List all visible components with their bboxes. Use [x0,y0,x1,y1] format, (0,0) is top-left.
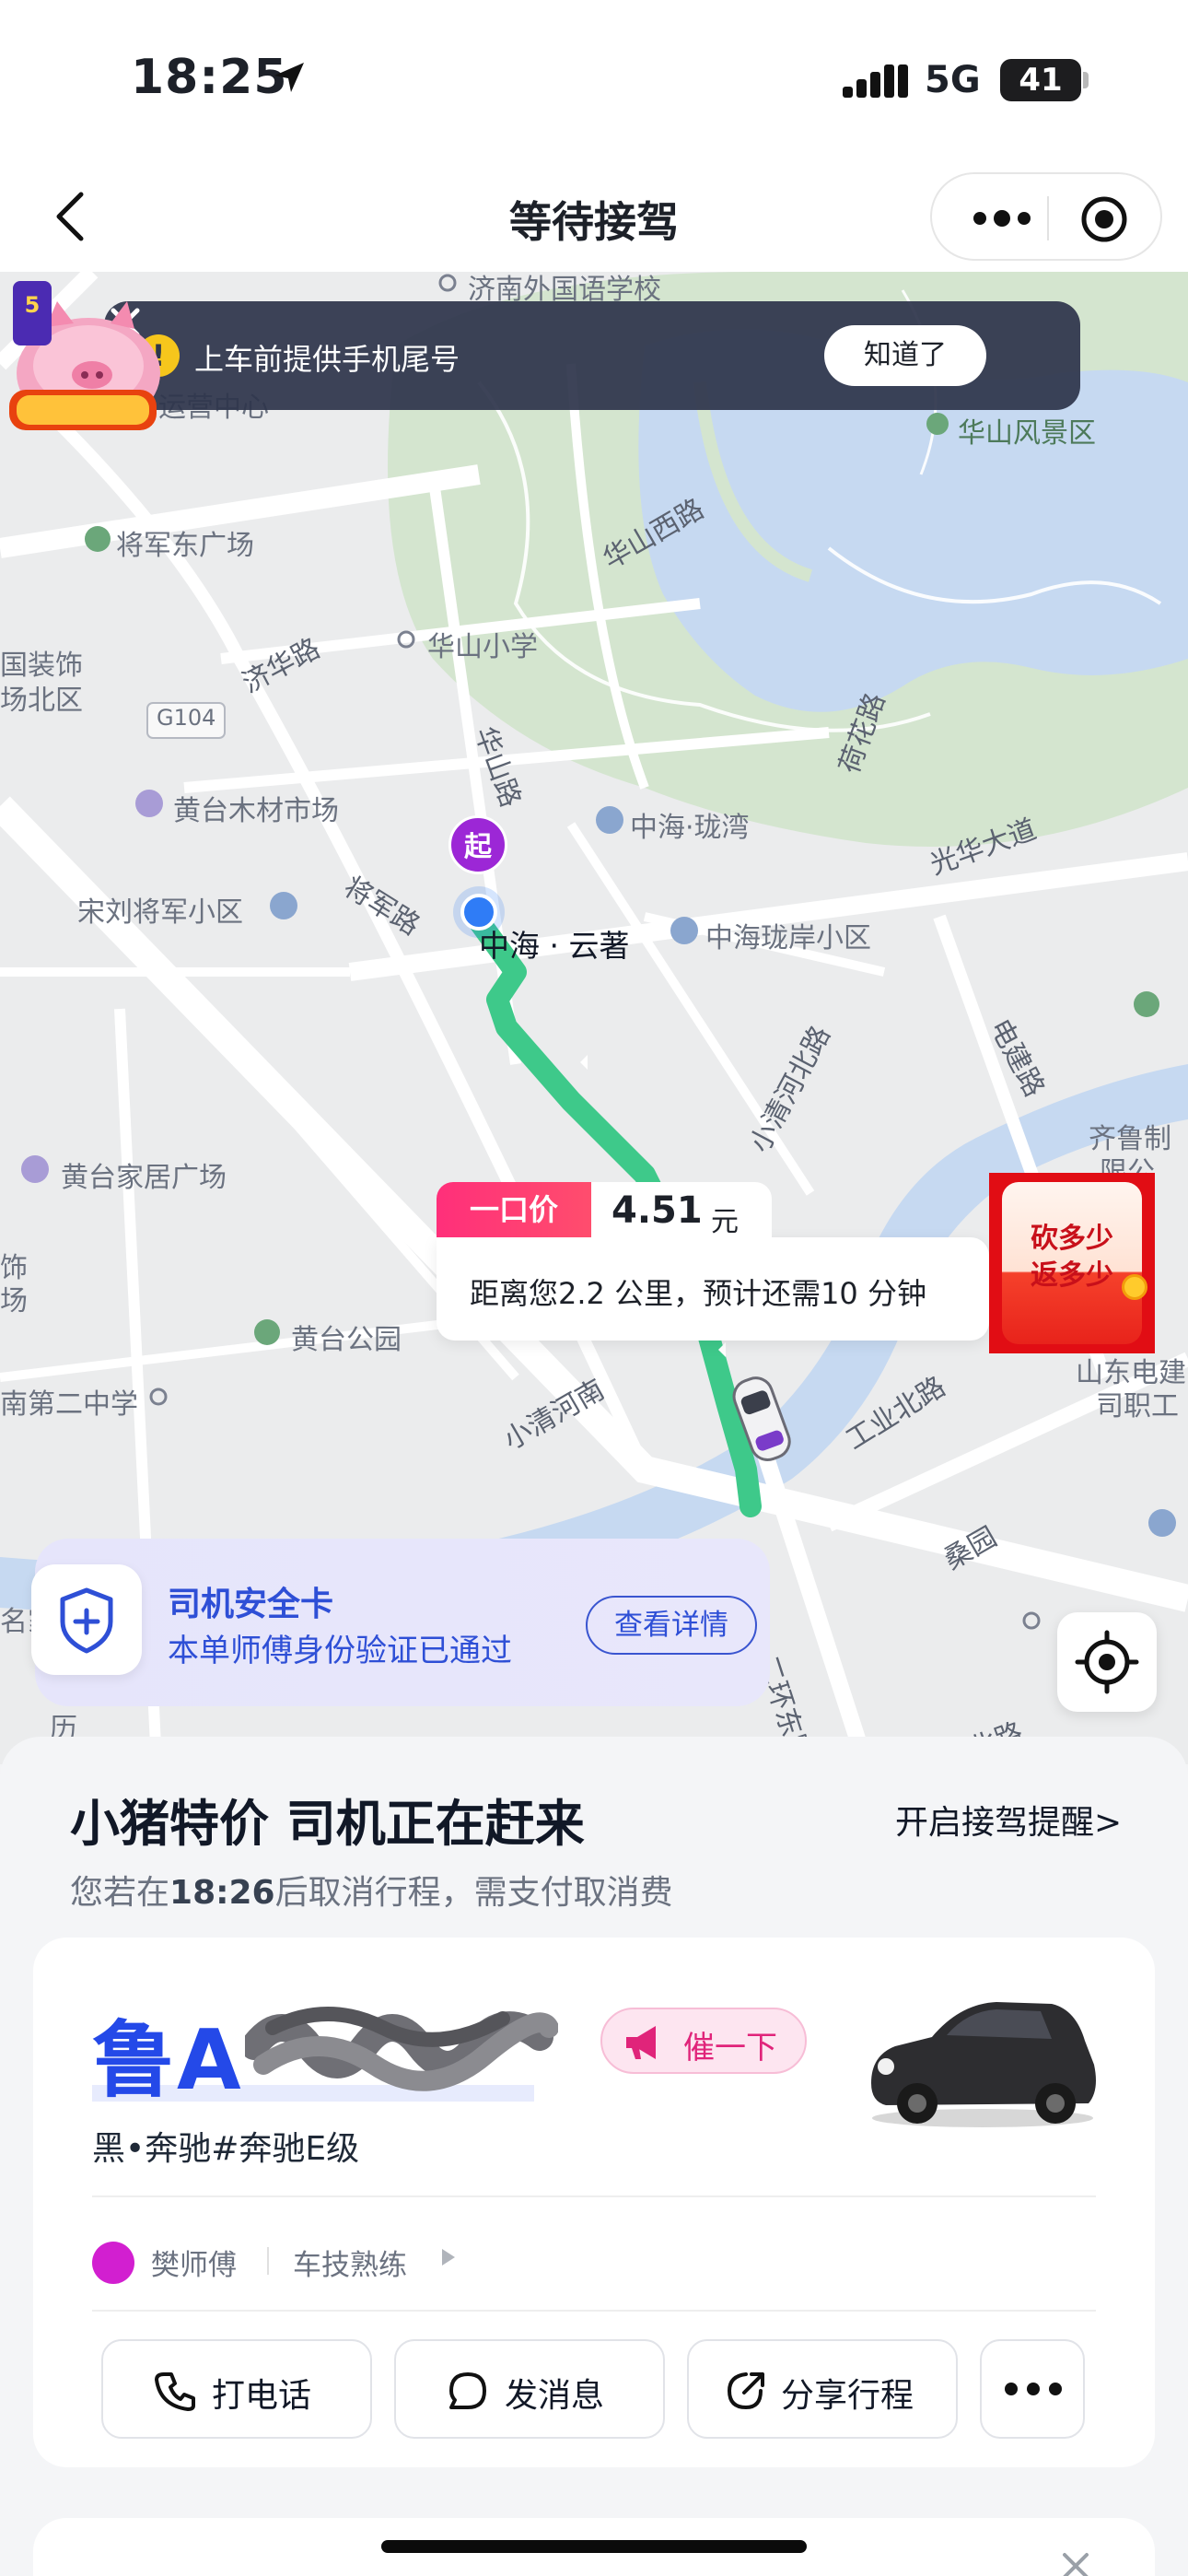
message-driver-button[interactable]: 发消息 [394,2339,665,2439]
driver-avatar [92,2242,134,2284]
map-label: 中海珑岸小区 [705,922,871,954]
promo-line1: 砍多少 [1031,1223,1113,1255]
pig-promo-icon[interactable]: 5 [0,272,166,438]
map-label: 南第二中学 [0,1388,138,1421]
megaphone-icon [626,2026,656,2059]
map-view[interactable]: 济南外国语学校 运营中心 华山风景区 将军东广场 华山西路 济华路 华山小学 G… [0,272,1188,1764]
price-unit: 元 [711,1206,739,1238]
divider [92,2195,1096,2197]
car-image [871,2002,1096,2127]
share-trip-button[interactable]: 分享行程 [687,2339,958,2439]
driver-name[interactable]: 樊师傅 [151,2242,237,2283]
driver-skill-tag[interactable]: 车技熟练 [293,2242,407,2283]
battery-cap [1083,72,1089,88]
urge-label: 催一下 [683,2030,777,2067]
more-dots-icon [1005,2383,1062,2395]
phone-icon [155,2372,195,2411]
map-label: 中海·珑湾 [630,812,750,844]
map-label: 场北区 [0,685,83,717]
coin-icon [1122,1274,1147,1300]
plate-redaction-scribble [245,2007,558,2091]
cancel-fee-notice: 您若在18:26后取消行程，需支付取消费 [70,1866,673,1914]
locate-me-button[interactable] [1057,1612,1157,1712]
tip-text: 上车前提供手机尾号 [194,342,460,377]
chat-bubble-icon [449,2372,486,2409]
cancel-time: 18:26 [169,1874,275,1912]
target-close-icon[interactable] [1079,194,1129,244]
map-label: G104 [157,705,216,731]
price-box: 4.51 元 [591,1182,772,1243]
map-label: 华山风景区 [958,417,1096,450]
view-details-button[interactable]: 查看详情 [586,1596,757,1655]
driver-safety-card[interactable]: 司机安全卡 本单师傅身份验证已通过 查看详情 [31,1539,770,1706]
fixed-price-tag: 一口价 [437,1182,591,1237]
start-marker: 起 [448,815,507,874]
crosshair-icon [1075,1630,1139,1694]
price-value: 4.51 [611,1189,703,1232]
svg-text:5: 5 [25,292,41,318]
divider [267,2247,269,2275]
enable-pickup-reminder-link[interactable]: 开启接驾提醒> [895,1796,1122,1844]
call-label: 打电话 [212,2377,312,2415]
trip-status-title: 小猪特价 司机正在赶来 [70,1795,585,1853]
more-actions-button[interactable] [980,2339,1085,2439]
red-envelope-icon: 砍多少 返多少 [1002,1182,1147,1344]
trip-sheet: 小猪特价 司机正在赶来 开启接驾提醒> 您若在18:26后取消行程，需支付取消费… [0,1737,1188,2576]
nav-bar: 等待接驾 [0,161,1188,272]
map-label: 司职工 [1096,1390,1179,1423]
map-label: 将军东广场 [116,530,254,562]
mini-program-capsule [930,172,1162,261]
call-driver-button[interactable]: 打电话 [101,2339,372,2439]
map-label: 黄台木材市场 [173,795,339,827]
shield-plus-icon [31,1564,142,1675]
promo-envelope[interactable]: 砍多少 返多少 [989,1173,1155,1353]
battery-icon: 41 [1000,59,1081,101]
tip-dismiss-button[interactable]: 知道了 [824,325,986,386]
cancel-prefix: 您若在 [70,1874,170,1912]
safety-card-desc: 本单师傅身份验证已通过 [168,1633,512,1669]
divider [92,2310,1096,2312]
urge-driver-button[interactable]: 催一下 [600,2008,807,2074]
more-dots-icon[interactable] [965,198,1039,239]
pickup-location-label: 中海 · 云著 [479,928,630,964]
signal-icon [843,64,908,98]
share-icon [727,2372,764,2410]
tip-banner: ! 上车前提供手机尾号 知道了 [104,301,1080,410]
map-label: 华山小学 [427,631,538,663]
map-label: 黄台家居广场 [61,1162,227,1194]
map-label: 黄台公园 [291,1324,402,1356]
car-description: 黑•奔驰#奔驰E级 [92,2130,360,2168]
license-plate: 鲁A [92,2012,243,2109]
share-label: 分享行程 [781,2377,914,2415]
map-label: 场 [0,1285,28,1317]
message-label: 发消息 [505,2377,605,2415]
price-card: 距离您2.2 公里，预计还需10 分钟 4.51 元 一口价 [437,1182,989,1341]
cancel-suffix: 后取消行程，需支付取消费 [274,1874,673,1912]
driver-card: 鲁A 催一下 黑•奔驰#奔驰E级 樊师傅 车技熟练 打电话 发消息 分享行程 [33,1938,1155,2467]
status-bar: 18:25 5G 41 [0,0,1188,161]
eta-text: 距离您2.2 公里，预计还需10 分钟 [470,1276,926,1311]
price-eta-box: 距离您2.2 公里，预计还需10 分钟 [437,1237,989,1341]
home-indicator [381,2540,807,2553]
capsule-divider [1047,196,1049,240]
location-arrow-icon [274,63,304,92]
close-icon[interactable] [1057,2547,1094,2576]
safety-card-title: 司机安全卡 [168,1586,334,1623]
battery-level: 41 [1019,62,1063,99]
status-time: 18:25 [131,50,288,105]
map-label: 宋刘将军小区 [77,896,243,929]
network-type: 5G [925,59,981,101]
chevron-right-icon[interactable] [442,2249,455,2266]
